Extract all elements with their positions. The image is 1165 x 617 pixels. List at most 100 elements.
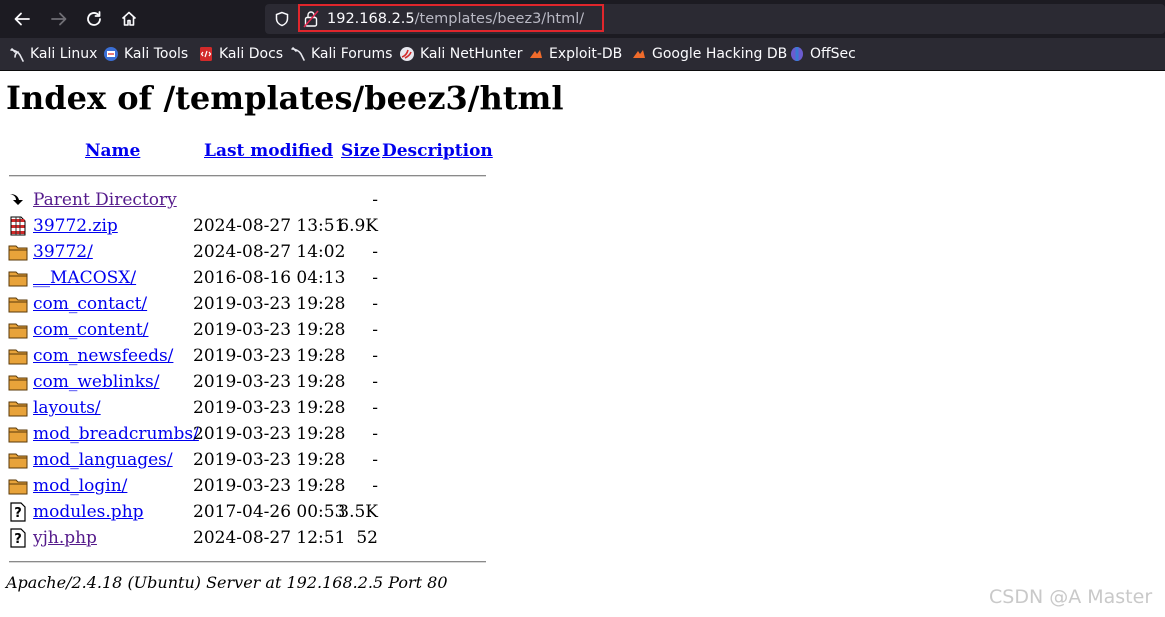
page-content: Index of /templates/beez3/html Name Last… — [0, 71, 1165, 617]
forward-arrow-icon — [51, 12, 67, 26]
svg-text:?: ? — [14, 532, 22, 547]
unknown-file-icon: ? — [8, 528, 28, 548]
insecure-lock-icon[interactable] — [303, 10, 319, 28]
tracking-protection-button[interactable] — [273, 10, 291, 28]
shield-icon — [275, 11, 289, 27]
file-row: 39772.zip 2024-08-27 13:51 6.9K — [0, 213, 500, 239]
folder-icon — [8, 398, 28, 418]
file-row: mod_breadcrumbs/2019-03-23 19:28 - — [0, 421, 500, 447]
file-row: Parent Directory - — [0, 187, 500, 213]
bookmark-label: Kali Forums — [311, 46, 393, 62]
column-header-size[interactable]: Size — [341, 141, 380, 161]
bookmark-label: Kali NetHunter — [420, 46, 523, 62]
file-size: - — [372, 372, 378, 392]
file-link[interactable]: com_contact/ — [33, 293, 147, 315]
file-modified: 2019-03-23 19:28 — [193, 476, 346, 496]
file-row: com_newsfeeds/2019-03-23 19:28 - — [0, 343, 500, 369]
file-size: - — [372, 242, 378, 262]
file-modified: 2019-03-23 19:28 — [193, 424, 346, 444]
forward-button[interactable] — [46, 7, 72, 31]
file-row: __MACOSX/2016-08-16 04:13 - — [0, 265, 500, 291]
bookmark-offsec[interactable]: OffSec — [789, 44, 856, 64]
folder-icon — [8, 294, 28, 314]
folder-icon — [8, 450, 28, 470]
file-size: 6.9K — [338, 216, 378, 236]
file-row: mod_login/2019-03-23 19:28 - — [0, 473, 500, 499]
home-button[interactable] — [116, 7, 142, 31]
column-header-description[interactable]: Description — [382, 141, 493, 161]
file-modified: 2019-03-23 19:28 — [193, 320, 346, 340]
bookmark-google-hacking-db[interactable]: Google Hacking DB — [631, 44, 787, 64]
file-link[interactable]: modules.php — [33, 501, 144, 523]
file-modified: 2019-03-23 19:28 — [193, 372, 346, 392]
browser-toolbar: 192.168.2.5/templates/beez3/html/ — [0, 0, 1165, 38]
file-row: com_content/2019-03-23 19:28 - — [0, 317, 500, 343]
svg-text:?: ? — [14, 506, 22, 521]
file-size: - — [372, 294, 378, 314]
file-link[interactable]: com_newsfeeds/ — [33, 345, 173, 367]
folder-icon — [8, 372, 28, 392]
bookmark-label: OffSec — [810, 46, 856, 62]
file-modified: 2019-03-23 19:28 — [193, 346, 346, 366]
file-row: 39772/2024-08-27 14:02 - — [0, 239, 500, 265]
file-link[interactable]: 39772/ — [33, 241, 93, 263]
ghdb-icon — [633, 50, 645, 58]
file-row: layouts/2019-03-23 19:28 - — [0, 395, 500, 421]
bookmark-label: Kali Linux — [30, 46, 98, 62]
folder-icon — [8, 320, 28, 340]
file-modified: 2019-03-23 19:28 — [193, 294, 346, 314]
file-modified: 2017-04-26 00:53 — [193, 502, 346, 522]
bookmark-kali-nethunter[interactable]: Kali NetHunter — [399, 44, 522, 64]
file-link[interactable]: com_content/ — [33, 319, 148, 341]
url-bar[interactable]: 192.168.2.5/templates/beez3/html/ — [265, 4, 1165, 34]
bookmark-label: Kali Tools — [124, 46, 189, 62]
bookmark-kali-forums[interactable]: Kali Forums — [290, 44, 392, 64]
file-row: com_weblinks/2019-03-23 19:28 - — [0, 369, 500, 395]
file-modified: 2019-03-23 19:28 — [193, 398, 346, 418]
bookmark-kali-tools[interactable]: Kali Tools — [103, 44, 188, 64]
file-size: - — [372, 320, 378, 340]
file-modified: 2019-03-23 19:28 — [193, 450, 346, 470]
folder-icon — [8, 424, 28, 444]
file-link[interactable]: mod_login/ — [33, 475, 127, 497]
bookmark-exploit-db[interactable]: Exploit-DB — [528, 44, 622, 64]
file-size: - — [372, 268, 378, 288]
watermark: CSDN @A Master — [989, 586, 1153, 608]
back-button[interactable] — [9, 7, 35, 31]
folder-icon — [8, 346, 28, 366]
kali-tools-icon — [104, 47, 118, 61]
url-host: 192.168.2.5 — [327, 11, 415, 27]
file-link[interactable]: Parent Directory — [33, 189, 177, 211]
bookmark-label: Google Hacking DB — [652, 46, 788, 62]
home-icon — [121, 11, 137, 26]
bookmark-label: Kali Docs — [219, 46, 284, 62]
file-size: - — [372, 476, 378, 496]
nethunter-icon — [400, 47, 414, 61]
column-header-name[interactable]: Name — [85, 141, 140, 161]
folder-icon — [8, 476, 28, 496]
file-modified: 2024-08-27 13:51 — [193, 216, 346, 236]
page-title: Index of /templates/beez3/html — [6, 79, 564, 117]
file-link[interactable]: mod_languages/ — [33, 449, 173, 471]
back-arrow-icon — [14, 12, 30, 26]
folder-icon — [8, 242, 28, 262]
file-link[interactable]: layouts/ — [33, 397, 101, 419]
kali-docs-icon — [200, 47, 212, 61]
url-text[interactable]: 192.168.2.5/templates/beez3/html/ — [327, 9, 584, 29]
file-link[interactable]: 39772.zip — [33, 215, 118, 237]
bookmark-kali-docs[interactable]: Kali Docs — [198, 44, 283, 64]
file-link[interactable]: yjh.php — [33, 527, 97, 549]
file-size: - — [372, 398, 378, 418]
column-header-last-modified[interactable]: Last modified — [204, 141, 333, 161]
file-size: 52 — [356, 528, 378, 548]
archive-icon — [8, 216, 28, 236]
reload-button[interactable] — [81, 7, 107, 31]
file-link[interactable]: com_weblinks/ — [33, 371, 159, 393]
kali-dragon-icon — [10, 48, 24, 62]
file-link[interactable]: __MACOSX/ — [33, 267, 136, 289]
file-modified: 2016-08-16 04:13 — [193, 268, 346, 288]
unknown-file-icon: ? — [8, 502, 28, 522]
file-link[interactable]: mod_breadcrumbs/ — [33, 423, 199, 445]
bookmark-kali-linux[interactable]: Kali Linux — [9, 44, 97, 64]
file-row: mod_languages/2019-03-23 19:28 - — [0, 447, 500, 473]
